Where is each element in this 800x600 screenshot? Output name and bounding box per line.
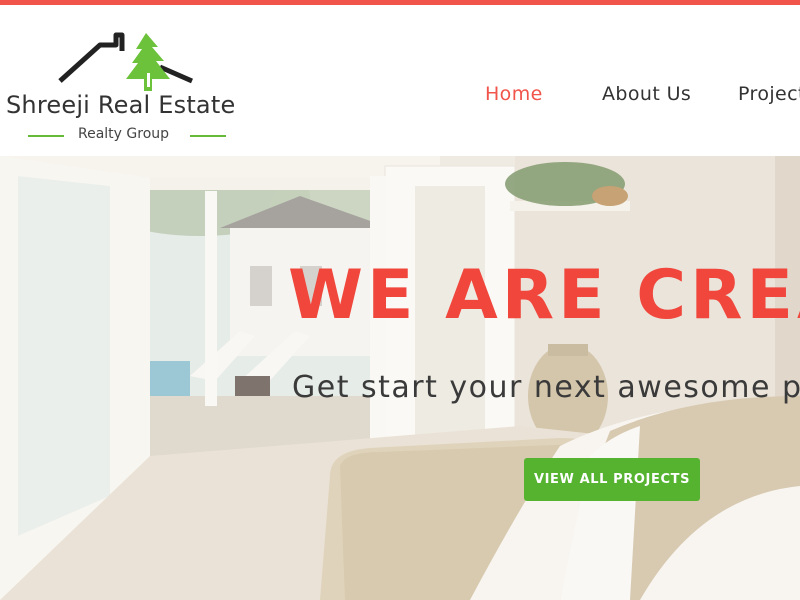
brand-tagline-row: Realty Group: [0, 126, 262, 146]
site-header: Shreeji Real Estate Realty Group Home Ab…: [0, 5, 800, 156]
tagline-divider-left: [28, 135, 64, 137]
nav-item-home[interactable]: Home: [485, 83, 543, 105]
hero-subtitle: Get start your next awesome project: [292, 370, 800, 405]
tagline-divider-right: [190, 135, 226, 137]
hero-banner: WE ARE CREATIVE Get start your next awes…: [0, 156, 800, 600]
nav-item-projects[interactable]: Projects: [738, 83, 800, 105]
brand-name: Shreeji Real Estate: [6, 91, 236, 119]
house-tree-logo-icon: [58, 32, 194, 91]
nav-item-about-us[interactable]: About Us: [602, 83, 691, 105]
view-all-projects-button[interactable]: VIEW ALL PROJECTS: [524, 458, 700, 501]
brand-tagline: Realty Group: [78, 126, 170, 142]
hero-title: WE ARE CREATIVE: [288, 256, 800, 335]
brand-logo[interactable]: Shreeji Real Estate Realty Group: [0, 29, 262, 149]
